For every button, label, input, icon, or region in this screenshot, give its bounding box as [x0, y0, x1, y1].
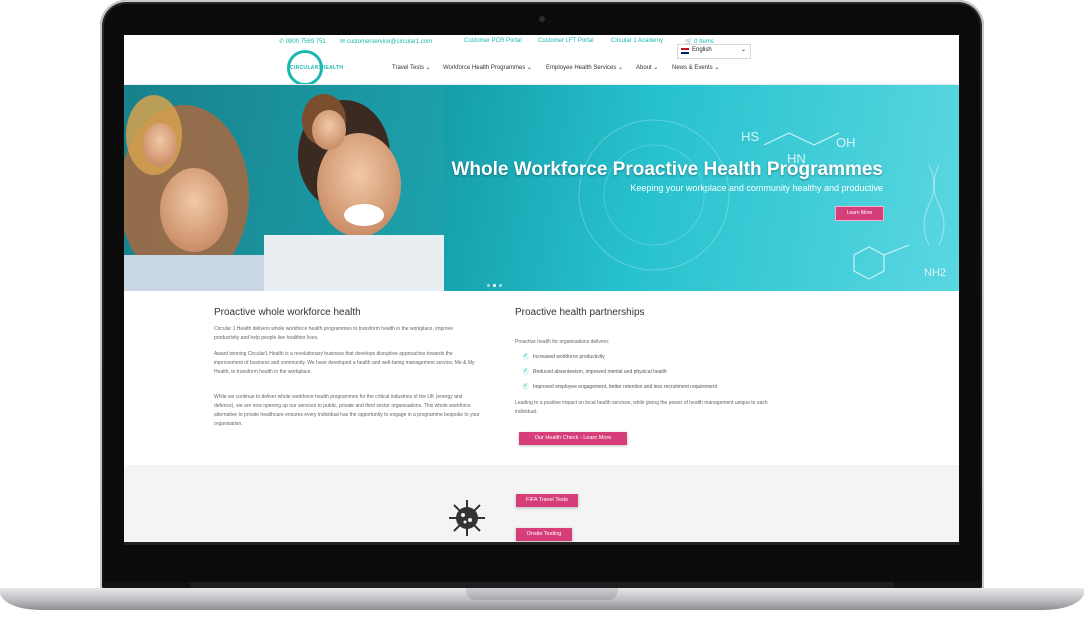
- chem-hs: HS: [741, 129, 760, 144]
- check-item: ✓ Improved employee engagement, better re…: [522, 383, 717, 390]
- left-heading: Proactive whole workforce health: [214, 307, 361, 318]
- site-logo[interactable]: CIRCULAR1HEALTH: [287, 50, 343, 86]
- camera-icon: [539, 16, 545, 22]
- lft-portal-link[interactable]: Customer LFT Portal: [538, 38, 594, 44]
- right-outro: Leading to a positive impact on local he…: [515, 400, 768, 415]
- top-bar: ✆ 0800 7569 751 ✉ customerservice@circul…: [124, 35, 959, 49]
- nav-item-about[interactable]: About ⌄: [636, 64, 658, 71]
- nav-item-employee-health[interactable]: Employee Health Services ⌄: [546, 64, 623, 71]
- chem-oh: OH: [836, 135, 856, 150]
- nav-item-news-events[interactable]: News & Events ⌄: [672, 64, 719, 71]
- phone-link[interactable]: ✆ 0800 7569 751: [279, 38, 326, 45]
- onsite-testing-button[interactable]: Onsite Testing: [516, 528, 572, 541]
- fifa-travel-tests-button[interactable]: FIFA Travel Tests: [516, 494, 578, 507]
- pcr-portal-link[interactable]: Customer PCR Portal: [464, 38, 522, 44]
- right-heading: Proactive health partnerships: [515, 307, 645, 318]
- right-intro: Proactive health for organisations deliv…: [515, 339, 610, 345]
- website-screen: ✆ 0800 7569 751 ✉ customerservice@circul…: [124, 35, 959, 545]
- nav-item-travel-tests[interactable]: Travel Tests ⌄: [392, 64, 431, 71]
- hero-banner: HS OH HN NH2 Whole Workforce Proactive H…: [124, 85, 959, 291]
- taskbar: [124, 542, 959, 545]
- laptop-notch: [466, 588, 618, 600]
- hero-subtitle: Keeping your workplace and community hea…: [630, 183, 883, 193]
- health-check-button[interactable]: Our Health Check - Learn More: [519, 432, 627, 445]
- nav-item-workforce-health[interactable]: Workforce Health Programmes ⌄: [443, 64, 532, 71]
- check-icon: ✓: [522, 353, 529, 360]
- language-label: English: [692, 47, 712, 53]
- check-item: ✓ Increased workforce productivity: [522, 353, 605, 360]
- hero-title: Whole Workforce Proactive Health Program…: [451, 159, 884, 180]
- hero-learn-more-button[interactable]: Learn More: [835, 206, 884, 221]
- logo-text: CIRCULAR1HEALTH: [290, 65, 344, 71]
- chem-nh2: NH2: [924, 267, 947, 279]
- virus-icon: [449, 500, 485, 536]
- check-icon: ✓: [522, 368, 529, 375]
- left-paragraph-2: Award winning Circular1 Health is a revo…: [214, 351, 475, 375]
- check-icon: ✓: [522, 383, 529, 390]
- academy-link[interactable]: Circular 1 Academy: [611, 38, 663, 44]
- uk-flag-icon: [681, 48, 689, 54]
- slider-dots[interactable]: [487, 274, 505, 291]
- check-item: ✓ Reduced absenteeism, improved mental an…: [522, 368, 667, 375]
- left-paragraph-1: Circular 1 Health delivers whole workfor…: [214, 326, 453, 341]
- email-link[interactable]: ✉ customerservice@circular1.com: [340, 38, 432, 45]
- chevron-down-icon: ⌄: [740, 47, 746, 53]
- language-select[interactable]: English ⌄: [677, 44, 751, 59]
- left-paragraph-3: While we continue to deliver whole workf…: [214, 394, 480, 427]
